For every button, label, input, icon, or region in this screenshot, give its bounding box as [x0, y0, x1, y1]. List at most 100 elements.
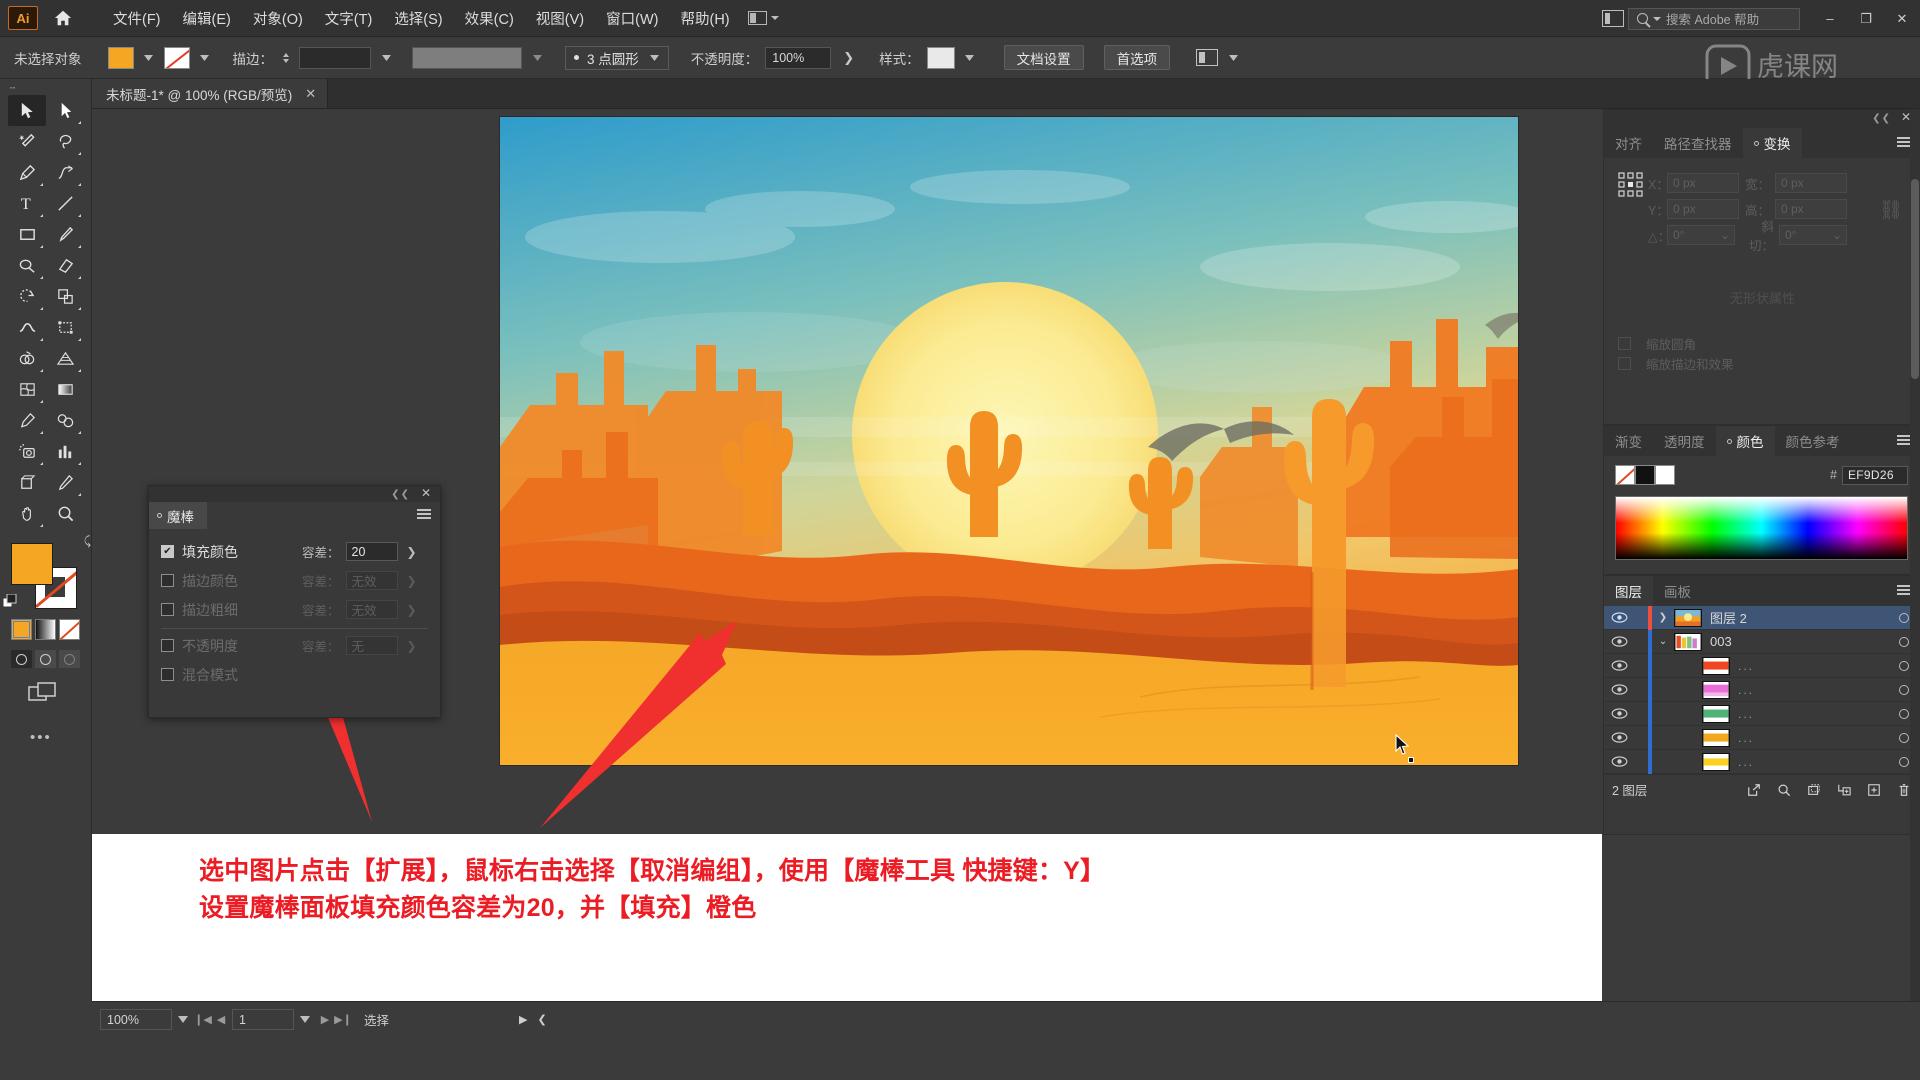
collapse-triangle-icon[interactable]: ⌄	[1652, 636, 1674, 647]
reference-point-selector[interactable]	[1618, 172, 1644, 198]
tolerance-slider-icon-fill[interactable]: ❯	[407, 545, 417, 559]
layer-name[interactable]: ...	[1738, 707, 1889, 721]
color-mode-button[interactable]	[11, 619, 32, 640]
status-menu-icon[interactable]: ▶	[519, 1013, 527, 1026]
table-row[interactable]: ...	[1604, 749, 1919, 774]
toolbar-drag-handle[interactable]: ┉	[10, 83, 16, 94]
shaper-tool[interactable]	[8, 250, 46, 281]
layer-name[interactable]: ...	[1738, 731, 1889, 745]
menu-item-object[interactable]: 对象(O)	[242, 2, 314, 35]
perspective-grid-tool[interactable]	[46, 343, 84, 374]
checkbox-scale-corners[interactable]	[1618, 336, 1631, 350]
hex-input[interactable]: EF9D26	[1842, 465, 1908, 485]
rotate-tool[interactable]	[8, 281, 46, 312]
menu-item-type[interactable]: 文字(T)	[314, 2, 384, 35]
tolerance-input-fill[interactable]: 20	[345, 542, 398, 561]
visibility-icon[interactable]	[1604, 756, 1634, 767]
eraser-tool[interactable]	[46, 250, 84, 281]
prev-artboard-icon[interactable]: ◀	[212, 1013, 230, 1026]
artboard[interactable]	[500, 117, 1518, 765]
tab-transform[interactable]: 变换	[1742, 128, 1802, 158]
close-icon[interactable]: ✕	[421, 486, 431, 500]
none-swatch[interactable]	[1615, 465, 1635, 485]
stroke-weight-input[interactable]	[299, 46, 371, 69]
restore-button[interactable]: ❐	[1848, 4, 1884, 34]
tab-magic-wand[interactable]: 魔棒	[149, 502, 207, 529]
input-width[interactable]: 0 px	[1775, 173, 1847, 193]
checkbox-stroke-weight[interactable]	[161, 603, 174, 616]
layer-name[interactable]: ...	[1738, 755, 1889, 769]
graphic-style-swatch[interactable]	[926, 46, 955, 69]
document-setup-button[interactable]: 文档设置	[1003, 45, 1084, 70]
last-artboard-icon[interactable]: ▶❙	[334, 1013, 352, 1026]
collapse-icon[interactable]: ❮❮	[1872, 113, 1891, 124]
zoom-dropdown-icon[interactable]	[172, 1009, 194, 1030]
locate-object-icon[interactable]	[1739, 777, 1769, 803]
visibility-icon[interactable]	[1604, 636, 1634, 647]
table-row[interactable]: ...	[1604, 677, 1919, 702]
zoom-level-input[interactable]: 100%	[100, 1009, 172, 1030]
search-input[interactable]: 搜索 Adobe 帮助	[1666, 9, 1759, 28]
symbol-sprayer-tool[interactable]	[8, 436, 46, 467]
line-segment-tool[interactable]	[46, 188, 84, 219]
column-graph-tool[interactable]	[46, 436, 84, 467]
fill-dropdown-icon[interactable]	[141, 47, 157, 69]
variable-width-profile-preview[interactable]	[412, 46, 522, 69]
menu-item-file[interactable]: 文件(F)	[102, 2, 172, 35]
pen-tool[interactable]	[8, 157, 46, 188]
visibility-icon[interactable]	[1604, 684, 1634, 695]
table-row[interactable]: ❯ 图层 2	[1604, 605, 1919, 630]
status-collapse-icon[interactable]: ❮	[537, 1013, 546, 1026]
opacity-input[interactable]: 100%	[765, 46, 832, 69]
layer-name[interactable]: ...	[1738, 659, 1889, 673]
opacity-options-icon[interactable]: ❯	[838, 50, 859, 66]
workspace-switcher[interactable]	[741, 2, 786, 35]
wand-row-blending-mode[interactable]: 混合模式	[161, 660, 428, 689]
black-swatch[interactable]	[1635, 465, 1655, 485]
input-height[interactable]: 0 px	[1775, 199, 1847, 219]
default-fill-stroke-icon[interactable]	[3, 594, 18, 609]
draw-inside-button[interactable]	[59, 650, 80, 668]
menu-item-help[interactable]: 帮助(H)	[669, 2, 740, 35]
draw-behind-button[interactable]	[35, 650, 56, 668]
input-angle[interactable]: 0° ⌄	[1667, 225, 1735, 245]
brush-definition-select[interactable]: 3 点圆形	[565, 45, 669, 70]
stroke-weight-dropdown-icon[interactable]	[378, 47, 394, 69]
table-row[interactable]: ⌄ 003	[1604, 629, 1919, 654]
artboard-tool[interactable]	[8, 467, 46, 498]
menu-item-edit[interactable]: 编辑(E)	[172, 2, 242, 35]
paintbrush-tool[interactable]	[46, 219, 84, 250]
curvature-tool[interactable]	[46, 157, 84, 188]
collapse-icon[interactable]: ❮❮	[391, 489, 410, 500]
fill-swatch[interactable]	[107, 46, 134, 69]
screen-mode-icon[interactable]	[28, 682, 58, 704]
toolbar-more-icon[interactable]: •••	[30, 729, 91, 746]
artboard-number-input[interactable]: 1	[232, 1009, 294, 1030]
checkbox-scale-corners-row[interactable]: 缩放圆角	[1618, 333, 1919, 353]
close-button[interactable]: ✕	[1884, 4, 1920, 34]
lasso-tool[interactable]	[46, 126, 84, 157]
slice-tool[interactable]	[46, 467, 84, 498]
create-sublayer-icon[interactable]	[1829, 777, 1859, 803]
width-tool[interactable]	[8, 312, 46, 343]
expand-triangle-icon[interactable]: ❯	[1652, 612, 1674, 623]
minimize-button[interactable]: –	[1812, 4, 1848, 34]
preferences-button[interactable]: 首选项	[1103, 45, 1171, 70]
selection-tool[interactable]	[8, 95, 46, 126]
none-mode-button[interactable]	[59, 619, 80, 640]
color-spectrum-ramp[interactable]	[1615, 496, 1908, 560]
rectangle-tool[interactable]	[8, 219, 46, 250]
panel-menu-icon[interactable]	[1897, 585, 1911, 595]
tab-gradient[interactable]: 渐变	[1604, 426, 1653, 456]
panel-menu-icon[interactable]	[417, 509, 431, 519]
visibility-icon[interactable]	[1604, 660, 1634, 671]
menu-item-effect[interactable]: 效果(C)	[454, 2, 525, 35]
direct-selection-tool[interactable]	[46, 95, 84, 126]
menu-item-select[interactable]: 选择(S)	[383, 2, 453, 35]
checkbox-fill-color[interactable]	[161, 545, 174, 558]
checkbox-blending-mode[interactable]	[161, 668, 174, 681]
new-layer-icon[interactable]	[1859, 777, 1889, 803]
fill-color-swatch[interactable]	[11, 543, 53, 585]
make-clipping-mask-icon[interactable]	[1799, 777, 1829, 803]
input-y[interactable]: 0 px	[1667, 199, 1739, 219]
